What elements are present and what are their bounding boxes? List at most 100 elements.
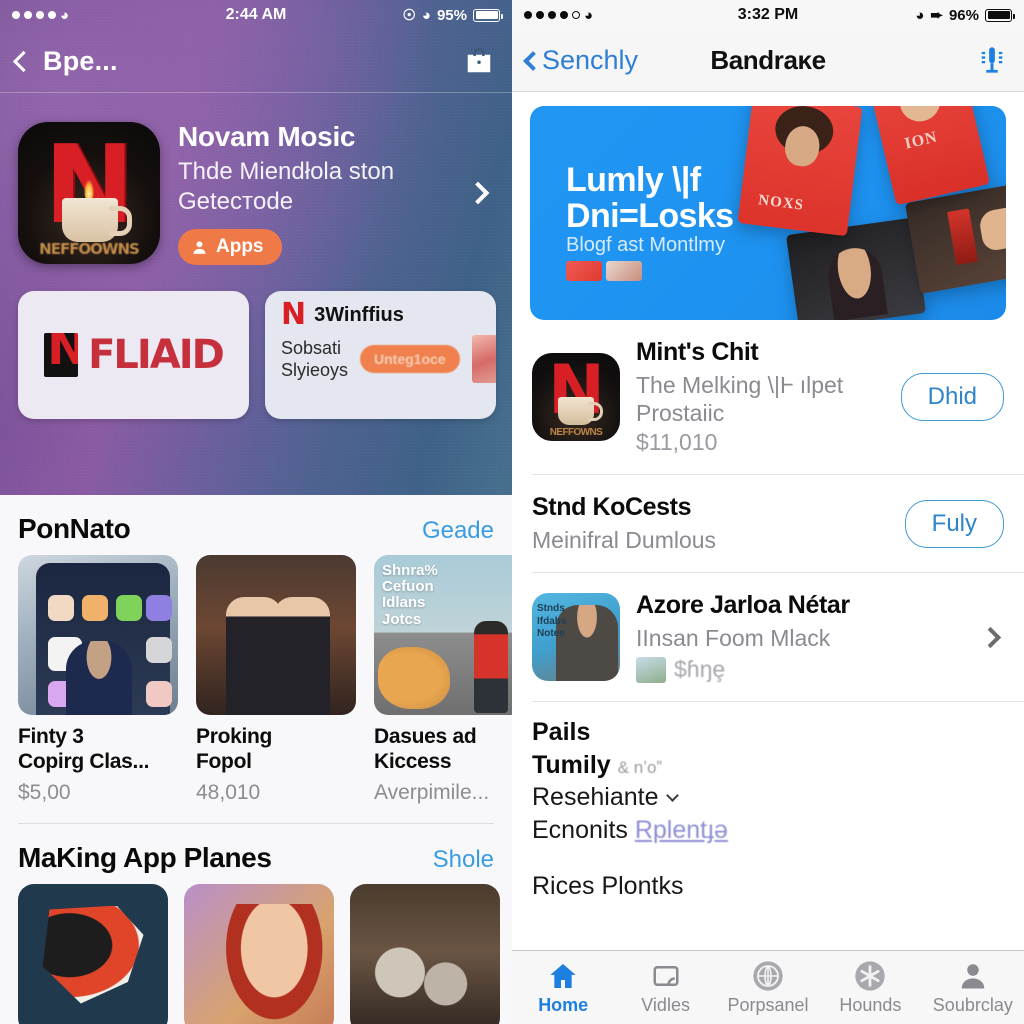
tile-meta: $5,00 (18, 780, 71, 804)
banner-chip-row (566, 261, 642, 281)
row-subtitle: The Melking \|Ⱶ ılpet (636, 372, 844, 398)
detail-line-3-label: Resehiante (532, 783, 659, 812)
section-link[interactable]: Geade (422, 517, 494, 545)
row-subtitle: Meinifral Dumlous (532, 527, 717, 554)
row-action-button[interactable]: Dhid (900, 373, 1004, 422)
row-price: $11,010 (636, 429, 718, 456)
featured-title: Novam Mosic (178, 121, 356, 152)
microphone-icon[interactable] (978, 45, 1006, 77)
battery-percent: 96% (948, 6, 979, 24)
globe-icon (717, 959, 819, 993)
row-stnd-kocests[interactable]: Stnd KoCests Meinifral Dumlous Fuly (512, 475, 1024, 572)
featured-subtitle-2: Getecтode (178, 188, 294, 216)
tab-soubrclay[interactable]: Soubrclay (922, 959, 1024, 1016)
apps-pill-button[interactable]: Apps (178, 229, 282, 266)
tile-title: Finty 3 Copirg Clas... (18, 725, 150, 773)
list-item[interactable]: Proking Fopol 48,010 (196, 555, 356, 805)
list-item[interactable] (350, 883, 500, 1024)
tab-porpsanel[interactable]: Porpsanel (717, 959, 819, 1016)
row-action-button[interactable]: Fuly (904, 499, 1004, 548)
row-title: Stnd KoCests (532, 493, 692, 522)
tab-label: Hounds (839, 995, 902, 1015)
back-label: Senchly (542, 45, 639, 75)
shopping-bag-icon[interactable] (464, 46, 494, 76)
banner-poster-1: NOXS (737, 106, 863, 237)
row-title: Azore Jarloa Nétar (636, 591, 850, 620)
battery-percent: 95% (436, 6, 467, 24)
back-button[interactable]: Senchly (523, 45, 639, 76)
signal-dot (48, 11, 56, 19)
detail-line-2-note: & nʼoˮ (617, 757, 663, 777)
photo-app-icon[interactable]: Stnds Ifdabs Notee (532, 593, 620, 682)
row-mints-chit[interactable]: N NEFFOWNS Mint's Chit The Melking \|Ⱶ ı… (512, 320, 1024, 474)
row-price-block: $ɦŋȩ (636, 656, 967, 683)
banner-title-line-2: Dni=Losks (566, 197, 734, 236)
tab-label: Vidles (641, 995, 690, 1015)
video-icon (614, 959, 716, 993)
tab-label: Soubrclay (932, 995, 1013, 1015)
left-nav-bar: Bpe... (0, 30, 512, 92)
detail-line-2: Tumily & nʼoˮ (532, 749, 1004, 782)
app-icon-label: Stnds Ifdabs Notee (537, 603, 567, 640)
list-item[interactable] (18, 883, 168, 1024)
battery-icon (985, 8, 1015, 22)
tile-artwork (196, 555, 356, 715)
back-chevron-icon[interactable] (12, 50, 35, 72)
tab-home[interactable]: Home (512, 959, 614, 1016)
asterisk-icon (819, 959, 921, 993)
signal-dot (36, 11, 44, 19)
row-subtitle: IInsan Foom Mlack (636, 625, 831, 652)
chevron-down-icon[interactable] (666, 789, 680, 802)
wifi-icon: ◕ (915, 6, 925, 24)
list-item[interactable] (184, 883, 334, 1024)
netflix-app-icon[interactable]: N NEFFOWNS (532, 353, 620, 442)
section-header-ponnato: PonNato Geade (0, 495, 512, 555)
left-phone-screen: ◕ 2:44 AM ☉ ◕ 95% Bpe... NEFFOOWNS Novam… (0, 0, 512, 1024)
right-phone-screen: ◕ 3:32 PM ◕ ➨ 96% Senchly Bandraĸe NOXS … (512, 0, 1024, 1024)
tab-vidles[interactable]: Vidles (614, 959, 716, 1016)
chevron-right-icon[interactable] (466, 181, 490, 205)
mug-icon (558, 397, 603, 426)
banner-chip (566, 261, 602, 281)
netflix-app-icon[interactable]: N NEFFOOWNS (18, 122, 160, 265)
tile-meta: Averpimile... (374, 780, 490, 804)
left-back-label[interactable]: Bpe... (43, 46, 118, 77)
left-status-bar: ◕ 2:44 AM ☉ ◕ 95% (0, 0, 512, 30)
chevron-right-icon[interactable] (979, 626, 1002, 648)
row-text-block: Stnd KoCests Meinifral Dumlous (532, 493, 889, 554)
flame-icon (84, 180, 94, 201)
row-price: $ɦŋȩ (674, 656, 726, 683)
card-title: 3Winffius (314, 303, 404, 326)
card-netflix-wordmark[interactable]: FLIAID (18, 291, 249, 420)
app-icon-wordmark: NEFFOOWNS (39, 240, 140, 259)
section-link[interactable]: Shole (433, 846, 494, 874)
list-item[interactable]: Finty 3 Copirg Clas... $5,00 (18, 555, 178, 805)
detail-line-2-main: Tumily (532, 750, 611, 779)
detail-line-4: Ecnonits Rplentɟə (532, 814, 1004, 847)
detail-line-4-prefix: Ecnonits (532, 815, 635, 844)
card-thumbnail (471, 335, 496, 384)
featured-app-banner[interactable]: N NEFFOOWNS Novam Mosic Thde Miendłola s… (0, 93, 512, 291)
tab-hounds[interactable]: Hounds (819, 959, 921, 1016)
section-title: MaKing App Planes (18, 841, 272, 873)
section-header-making-app-planes: MaKing App Planes Shole (0, 824, 512, 884)
detail-line-4-link[interactable]: Rplentɟə (635, 816, 728, 844)
detail-line-3[interactable]: Resehiante (532, 781, 1004, 814)
card-subscription[interactable]: N 3Winffius Sobsati Slyieoys Unteg1oce (264, 291, 496, 420)
signal-strength: ◕ (524, 8, 593, 23)
wifi-icon: ◕ (60, 6, 70, 24)
right-status-bar: ◕ 3:32 PM ◕ ➨ 96% (512, 0, 1024, 30)
card-action-pill[interactable]: Unteg1oce (360, 345, 460, 374)
card-line-1: Sobsati (280, 337, 342, 358)
signal-dot (12, 11, 20, 19)
dual-phone-screenshot: ◕ 2:44 AM ☉ ◕ 95% Bpe... NEFFOOWNS Novam… (0, 0, 1024, 1024)
making-app-planes-row[interactable] (0, 883, 512, 1024)
promo-banner[interactable]: NOXS ION Lumly \|f Dni=Losks Blogf ast M… (530, 106, 1006, 320)
ponnato-tile-row[interactable]: Finty 3 Copirg Clas... $5,00 Proking Fopol… (0, 555, 512, 805)
tab-label: Porpsanel (727, 995, 809, 1015)
row-azore-jarloa-netar[interactable]: Stnds Ifdabs Notee Azore Jarloa Nétar IIns… (512, 573, 1024, 701)
tab-label: Home (538, 995, 589, 1015)
wifi-icon: ◕ (421, 6, 431, 24)
list-item[interactable]: Shnra% Cefuon Idlans Jotcs Dasues ad Kiccess… (374, 555, 512, 805)
featured-text-block: Novam Mosic Thde Miendłola ston Getecтod… (178, 121, 452, 266)
